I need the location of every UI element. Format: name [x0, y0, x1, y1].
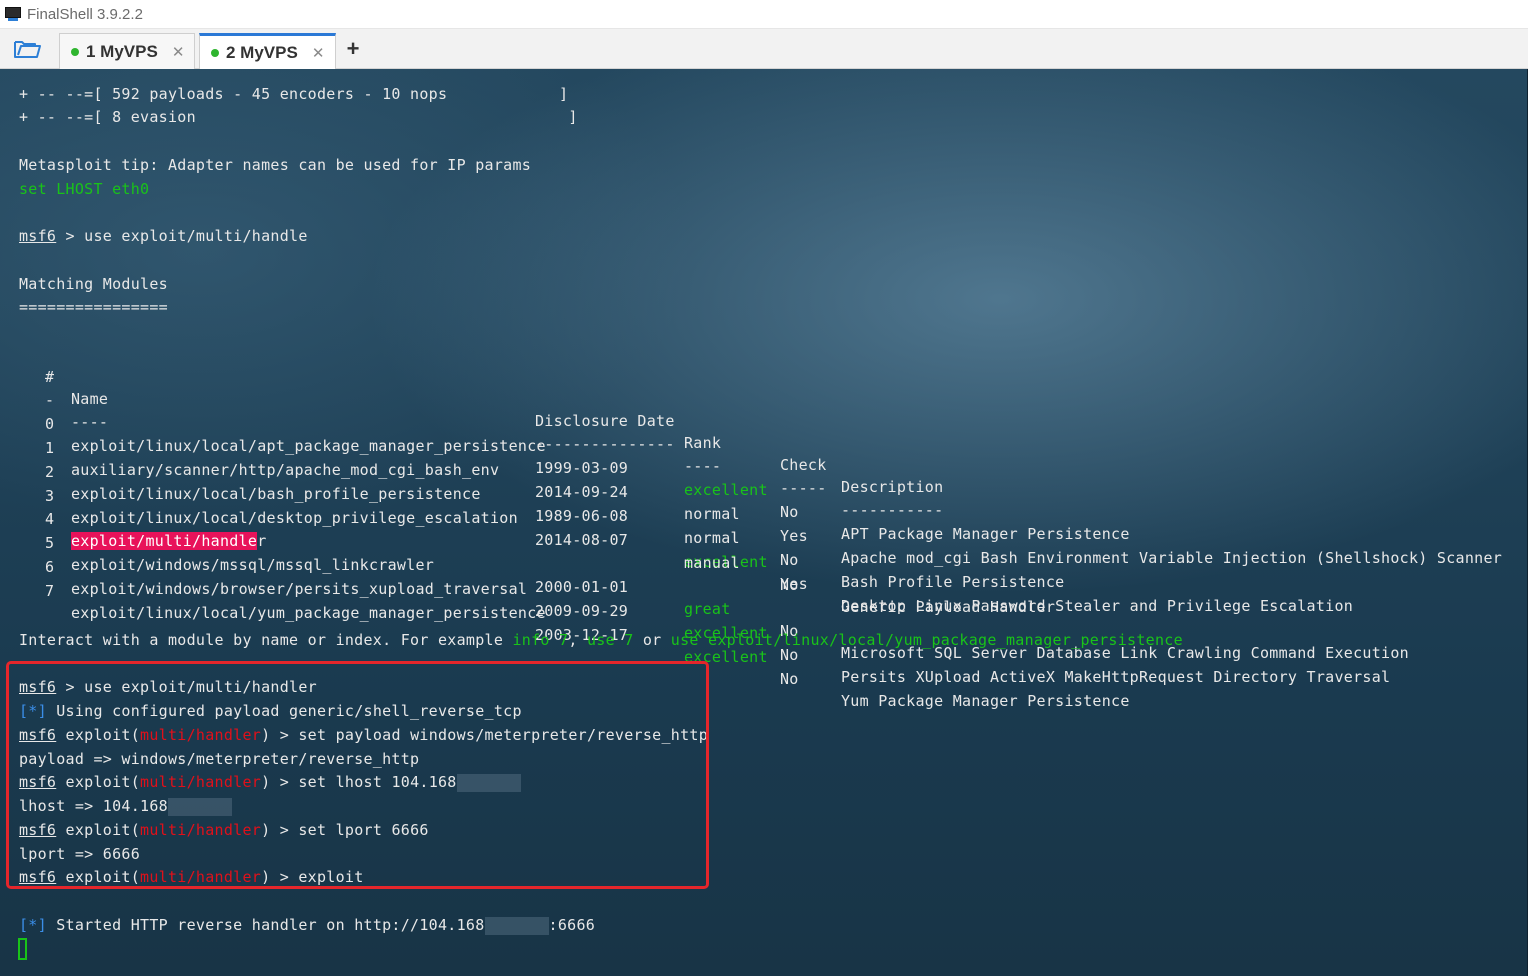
- disclosure-date: 2009-09-29: [535, 602, 629, 620]
- terminal-cursor: [18, 938, 27, 960]
- command-text: > use exploit/multi/handle: [56, 227, 308, 245]
- table-row: 3 exploit/linux/local/desktop_privilege_…: [0, 463, 1528, 615]
- redacted-mask: [484, 916, 549, 935]
- prompt: msf6: [19, 227, 57, 245]
- module-name: exploit/windows/browser/persits_xupload_…: [71, 580, 528, 598]
- description: Generic Payload Handler: [841, 598, 1056, 616]
- rank: great: [684, 600, 731, 618]
- module-name: exploit/linux/local/yum_package_manager_…: [71, 604, 546, 622]
- tab-label: 2 MyVPS: [226, 42, 298, 62]
- banner-line: + -- --=[ 8 evasion ]: [19, 108, 578, 126]
- tab-bar: 1 MyVPS ✕ 2 MyVPS ✕ +: [0, 29, 1528, 69]
- tip-example: set LHOST eth0: [19, 180, 150, 198]
- title-bar: FinalShell 3.9.2.2: [0, 0, 1528, 29]
- tab-label: 1 MyVPS: [86, 41, 158, 61]
- table-row: 4 exploit/multi/handler manual No Generi…: [0, 486, 1528, 616]
- command-line: msf6 > use exploit/multi/handle: [19, 225, 308, 247]
- hint-text: ,: [568, 631, 587, 649]
- table-row: 0 exploit/linux/local/apt_package_manage…: [0, 391, 1528, 543]
- matching-underline: ================: [19, 298, 168, 316]
- info-text: :6666: [548, 916, 596, 934]
- table-row: 2 exploit/linux/local/bash_profile_persi…: [0, 439, 1528, 591]
- hint-example: use 7: [586, 631, 634, 649]
- folder-open-icon[interactable]: [13, 38, 43, 60]
- row-num: 7: [45, 582, 55, 600]
- table-header: # Name Disclosure Date Rank Check Descri…: [0, 344, 1528, 496]
- table-row: 5 exploit/windows/mssql/mssql_linkcrawle…: [0, 510, 1528, 662]
- hint-text: or: [633, 631, 671, 649]
- info-line: [*] Started HTTP reverse handler on http…: [19, 914, 595, 936]
- hint-example: info 7: [512, 631, 569, 649]
- matching-title: Matching Modules: [19, 275, 168, 293]
- close-icon[interactable]: ✕: [172, 43, 185, 61]
- table-row: 7 exploit/linux/local/yum_package_manage…: [0, 558, 1528, 710]
- hint-text: Interact with a module by name or index.…: [19, 631, 513, 649]
- info-tag: [*]: [19, 916, 47, 934]
- close-icon[interactable]: ✕: [312, 44, 325, 62]
- tip-text: Metasploit tip: Adapter names can be use…: [19, 156, 532, 174]
- banner-line: + -- --=[ 592 payloads - 45 encoders - 1…: [19, 85, 569, 103]
- info-text: Started HTTP reverse handler on http://1…: [46, 916, 485, 934]
- plus-icon[interactable]: +: [343, 37, 363, 61]
- tab-1-myvps[interactable]: 1 MyVPS ✕: [59, 33, 195, 69]
- connected-dot-icon: [71, 47, 79, 56]
- description: Yum Package Manager Persistence: [841, 692, 1130, 710]
- connected-dot-icon: [211, 48, 219, 57]
- check: No: [780, 670, 799, 688]
- interact-hint: Interact with a module by name or index.…: [19, 629, 1183, 651]
- finalshell-app-icon: [5, 7, 21, 21]
- description: Persits XUpload ActiveX MakeHttpRequest …: [841, 668, 1391, 686]
- hint-example: use exploit/linux/local/yum_package_mana…: [670, 631, 1183, 649]
- window-title: FinalShell 3.9.2.2: [27, 5, 143, 23]
- table-dashes: - ---- --------------- ---- ----- ------…: [0, 367, 1528, 519]
- annotation-red-box: [6, 661, 709, 889]
- table-row: 6 exploit/windows/browser/persits_xuploa…: [0, 534, 1528, 686]
- table-row: 1 auxiliary/scanner/http/apache_mod_cgi_…: [0, 415, 1528, 567]
- tab-2-myvps[interactable]: 2 MyVPS ✕: [199, 33, 336, 69]
